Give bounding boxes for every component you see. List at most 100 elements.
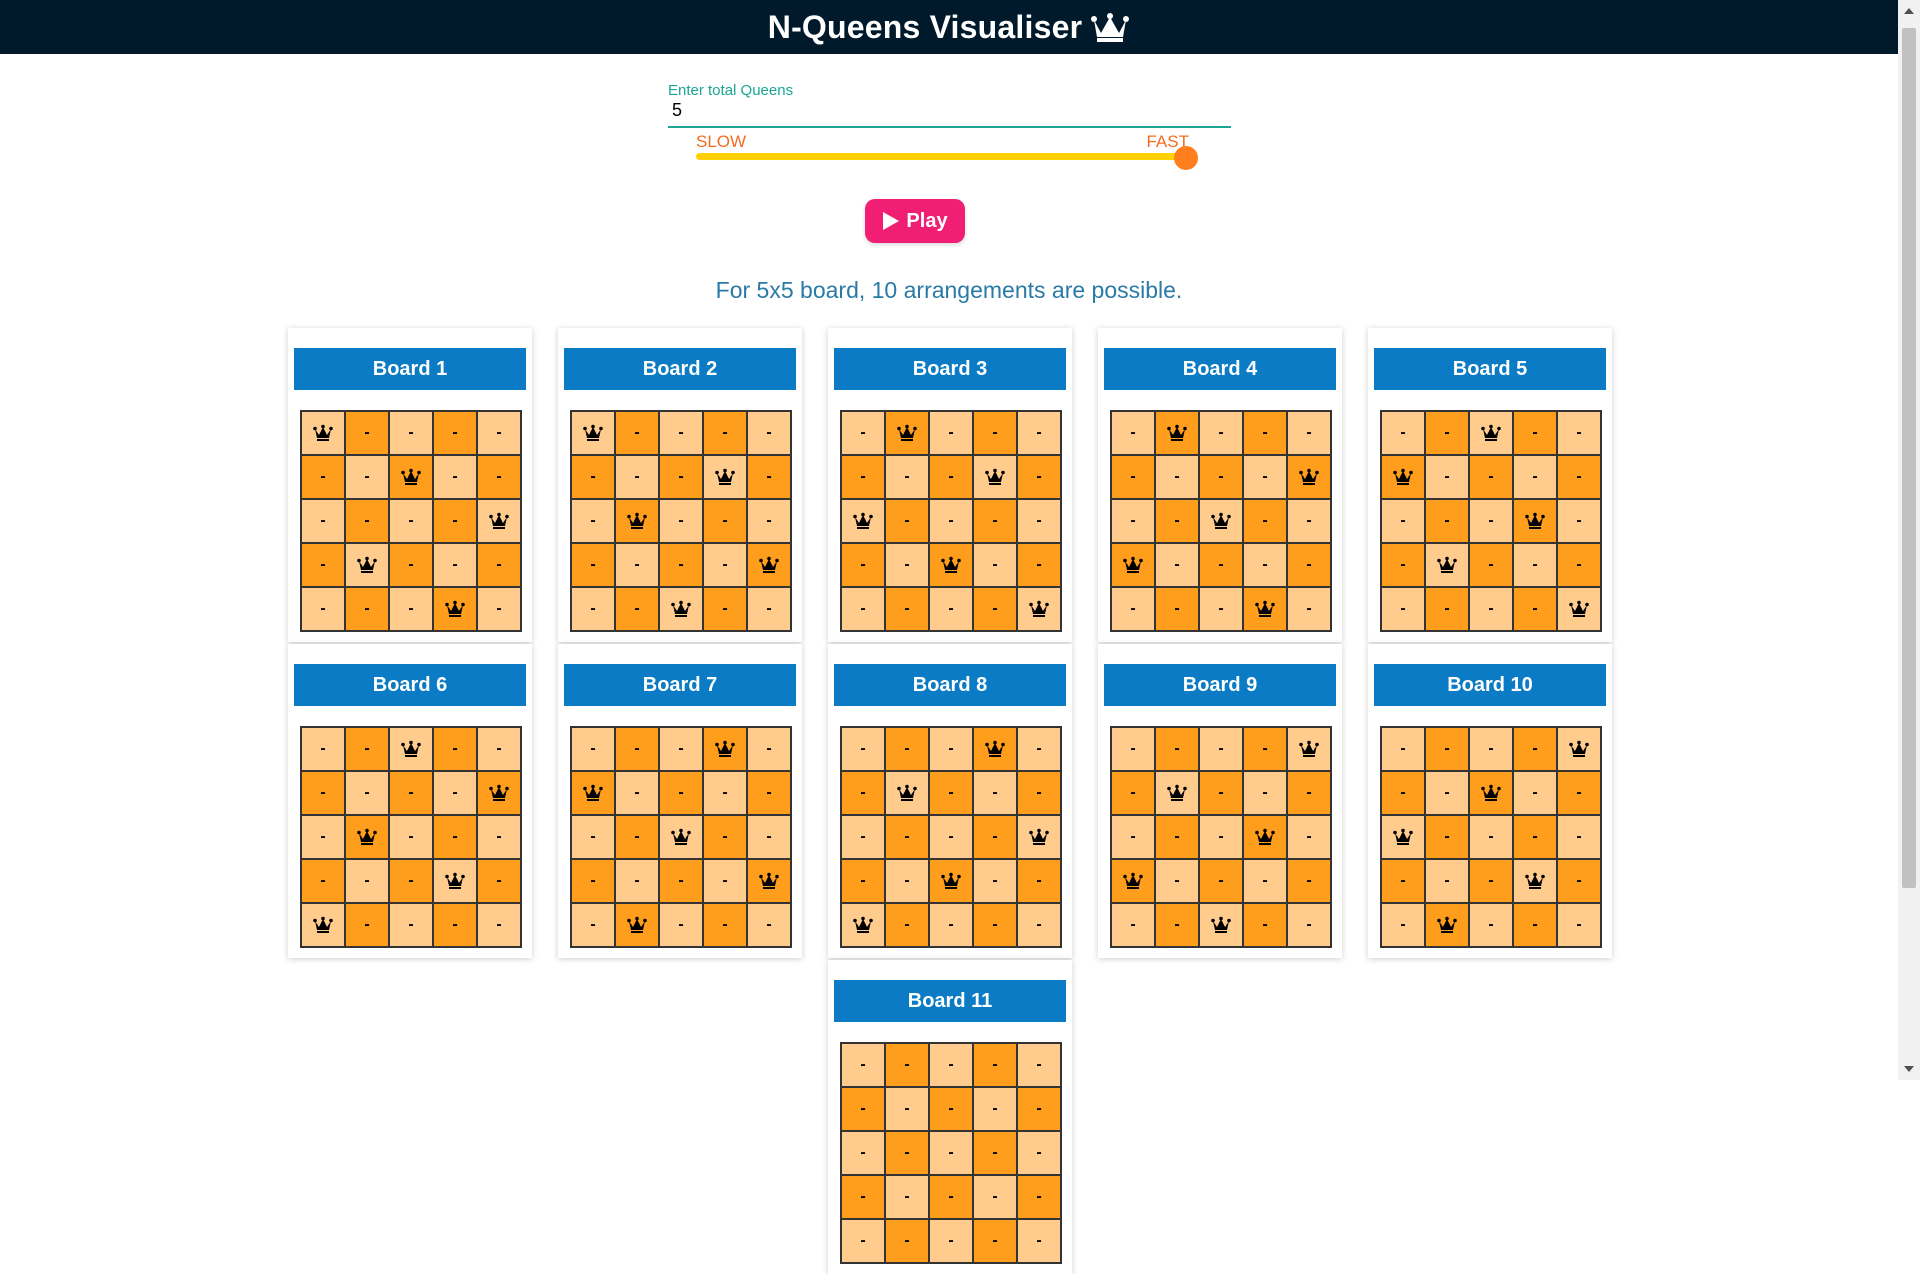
queen-icon [715, 740, 735, 758]
scrollbar[interactable] [1898, 0, 1920, 1080]
scrollbar-thumb[interactable] [1902, 28, 1916, 888]
slider-track[interactable] [696, 153, 1189, 160]
board-cell: - [885, 543, 929, 587]
board-cell: - [1557, 771, 1601, 815]
board-cell: - [1017, 1219, 1061, 1263]
board-cell: - [477, 903, 521, 947]
queen-icon [1393, 828, 1413, 846]
board-cell [1557, 727, 1601, 771]
board-cell: - [1155, 727, 1199, 771]
scroll-up-icon[interactable] [1904, 8, 1914, 14]
queen-icon [627, 512, 647, 530]
speed-slider[interactable]: SLOW FAST [696, 132, 1198, 172]
queen-icon [1123, 872, 1143, 890]
board-title: Board 11 [834, 980, 1066, 1022]
board-cell [389, 727, 433, 771]
board-cell: - [1469, 903, 1513, 947]
board-card: Board 6-------------------- [288, 644, 532, 958]
board-cell: - [389, 859, 433, 903]
board-cell: - [1469, 455, 1513, 499]
board-cell [1425, 543, 1469, 587]
board-cell: - [477, 859, 521, 903]
board-cell [1381, 455, 1425, 499]
board-cell: - [1111, 587, 1155, 631]
queens-input[interactable] [668, 100, 1231, 128]
board-cell [345, 543, 389, 587]
slider-thumb[interactable] [1174, 146, 1198, 170]
board-cell [1287, 727, 1331, 771]
board-cell: - [929, 727, 973, 771]
board-card: Board 5-------------------- [1368, 328, 1612, 642]
board-title: Board 7 [564, 664, 796, 706]
board-cell: - [1287, 771, 1331, 815]
board-title: Board 5 [1374, 348, 1606, 390]
board-cell [841, 499, 885, 543]
board-cell: - [973, 1131, 1017, 1175]
board-cell [1287, 455, 1331, 499]
board-cell: - [433, 455, 477, 499]
board-cell [433, 587, 477, 631]
queen-icon [1211, 512, 1231, 530]
queen-icon [445, 600, 465, 618]
board-cell: - [345, 727, 389, 771]
queen-icon [1437, 916, 1457, 934]
board-cell [301, 903, 345, 947]
board-cell: - [747, 903, 791, 947]
board-cell: - [1155, 587, 1199, 631]
board-cell: - [1469, 587, 1513, 631]
board-cell: - [1243, 411, 1287, 455]
board-cell [1111, 543, 1155, 587]
board-cell: - [1017, 1131, 1061, 1175]
board-cell: - [615, 455, 659, 499]
board-cell: - [973, 587, 1017, 631]
scroll-down-icon[interactable] [1904, 1066, 1914, 1072]
board-cell: - [841, 859, 885, 903]
play-button[interactable]: Play [865, 199, 965, 243]
board-cell: - [1381, 771, 1425, 815]
board-cell: - [747, 727, 791, 771]
board-cell: - [477, 815, 521, 859]
queen-icon [1123, 556, 1143, 574]
board-cell: - [1199, 587, 1243, 631]
board-cell: - [1017, 1043, 1061, 1087]
board-cell: - [301, 543, 345, 587]
queen-icon [489, 512, 509, 530]
board-cell: - [1199, 543, 1243, 587]
board-cell: - [615, 859, 659, 903]
queen-icon [897, 424, 917, 442]
board-cell: - [1425, 587, 1469, 631]
queen-icon [583, 424, 603, 442]
board-cell: - [1381, 411, 1425, 455]
board-cell: - [615, 727, 659, 771]
queen-icon [985, 740, 1005, 758]
board-cell: - [1199, 859, 1243, 903]
board-cell: - [1017, 727, 1061, 771]
board-cell: - [1287, 903, 1331, 947]
board-cell: - [1381, 543, 1425, 587]
board-cell: - [1155, 499, 1199, 543]
board-cell: - [973, 903, 1017, 947]
board-title: Board 1 [294, 348, 526, 390]
queen-icon [759, 556, 779, 574]
board-cell: - [571, 903, 615, 947]
board-cell: - [1513, 771, 1557, 815]
board-cell: - [1111, 903, 1155, 947]
board-title: Board 10 [1374, 664, 1606, 706]
board-card: Board 2-------------------- [558, 328, 802, 642]
board-title: Board 8 [834, 664, 1066, 706]
board-cell: - [1287, 587, 1331, 631]
queen-icon [1393, 468, 1413, 486]
board-cell: - [301, 455, 345, 499]
board-title: Board 3 [834, 348, 1066, 390]
board-cell [1155, 411, 1199, 455]
queen-icon [1299, 740, 1319, 758]
board-cell: - [1557, 543, 1601, 587]
board-cell: - [841, 587, 885, 631]
board-cell: - [389, 587, 433, 631]
queen-icon [941, 556, 961, 574]
board-cell: - [747, 771, 791, 815]
board-cell: - [1425, 859, 1469, 903]
board-cell: - [1155, 543, 1199, 587]
board-cell: - [301, 587, 345, 631]
board-cell [703, 455, 747, 499]
